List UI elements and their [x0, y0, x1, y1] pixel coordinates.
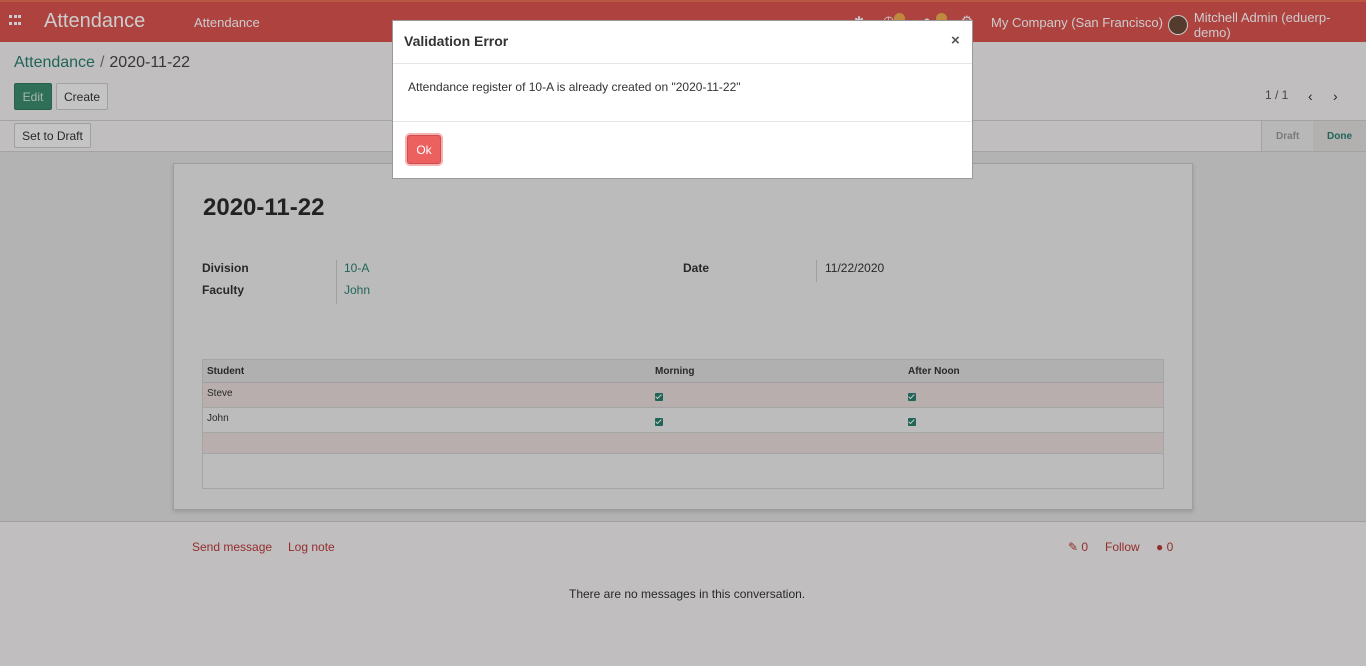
close-icon[interactable]: × [951, 32, 960, 49]
modal-footer: Ok [393, 122, 972, 179]
modal-title: Validation Error [404, 33, 509, 49]
ok-button[interactable]: Ok [407, 135, 441, 164]
modal-body: Attendance register of 10-A is already c… [393, 65, 972, 122]
error-message: Attendance register of 10-A is already c… [408, 80, 741, 94]
validation-error-dialog: Validation Error × Attendance register o… [392, 20, 973, 179]
modal-header: Validation Error × [393, 21, 972, 64]
